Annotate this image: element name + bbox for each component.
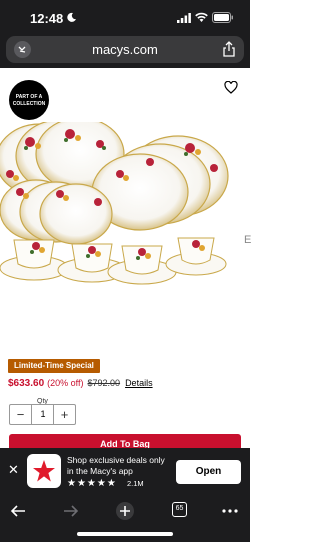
app-promo-banner: ✕ Shop exclusive deals only in the Macy'… [0,448,250,494]
price-row: $633.60 (20% off) $792.00 Details [8,378,153,392]
rating-stars: ★★★★★ [67,478,117,489]
sale-price: $633.60 [8,378,45,389]
home-indicator [77,532,173,536]
back-arrow-icon[interactable] [9,503,27,519]
qty-increment-button[interactable]: + [53,405,75,424]
share-icon[interactable] [222,41,236,57]
qty-value[interactable]: 1 [32,405,54,424]
url-text[interactable]: macys.com [6,42,244,57]
discount-percent: (20% off) [47,378,84,388]
heart-icon[interactable] [224,81,238,94]
promo-tag: Limited-Time Special [8,359,100,373]
product-image[interactable] [0,122,238,294]
banner-line-2: in the Macy's app [67,466,133,476]
forward-arrow-icon[interactable] [62,503,80,519]
more-menu-icon[interactable] [221,503,239,519]
signal-icon [177,13,191,23]
details-link[interactable]: Details [125,378,153,388]
address-bar[interactable]: macys.com [6,36,244,63]
screen: 12:48 macys.com PART OF A COLLECTION E L… [0,0,251,542]
moon-icon [67,12,76,22]
macys-app-logo [27,454,61,488]
browser-toolbar: 65 [0,494,250,542]
collection-badge-text: PART OF A COLLECTION [12,94,46,107]
star-icon [33,460,55,482]
carousel-next-peek[interactable]: E [244,234,251,246]
new-tab-icon[interactable] [115,501,135,521]
qty-decrement-button[interactable]: − [10,405,32,424]
quantity-stepper: − 1 + [9,404,76,425]
banner-message: Shop exclusive deals only in the Macy's … [67,455,165,477]
close-icon[interactable]: ✕ [8,462,19,478]
status-time: 12:48 [30,11,64,26]
original-price: $792.00 [87,378,121,388]
rating-count: 2.1M [127,479,144,488]
status-bar: 12:48 [0,0,250,36]
tabs-button[interactable]: 65 [172,502,187,517]
collection-badge[interactable]: PART OF A COLLECTION [9,80,49,120]
browser-chrome: macys.com [0,36,250,68]
open-app-button[interactable]: Open [176,460,241,484]
banner-line-1: Shop exclusive deals only [67,455,165,465]
wifi-icon [195,12,208,22]
battery-icon [212,12,233,23]
